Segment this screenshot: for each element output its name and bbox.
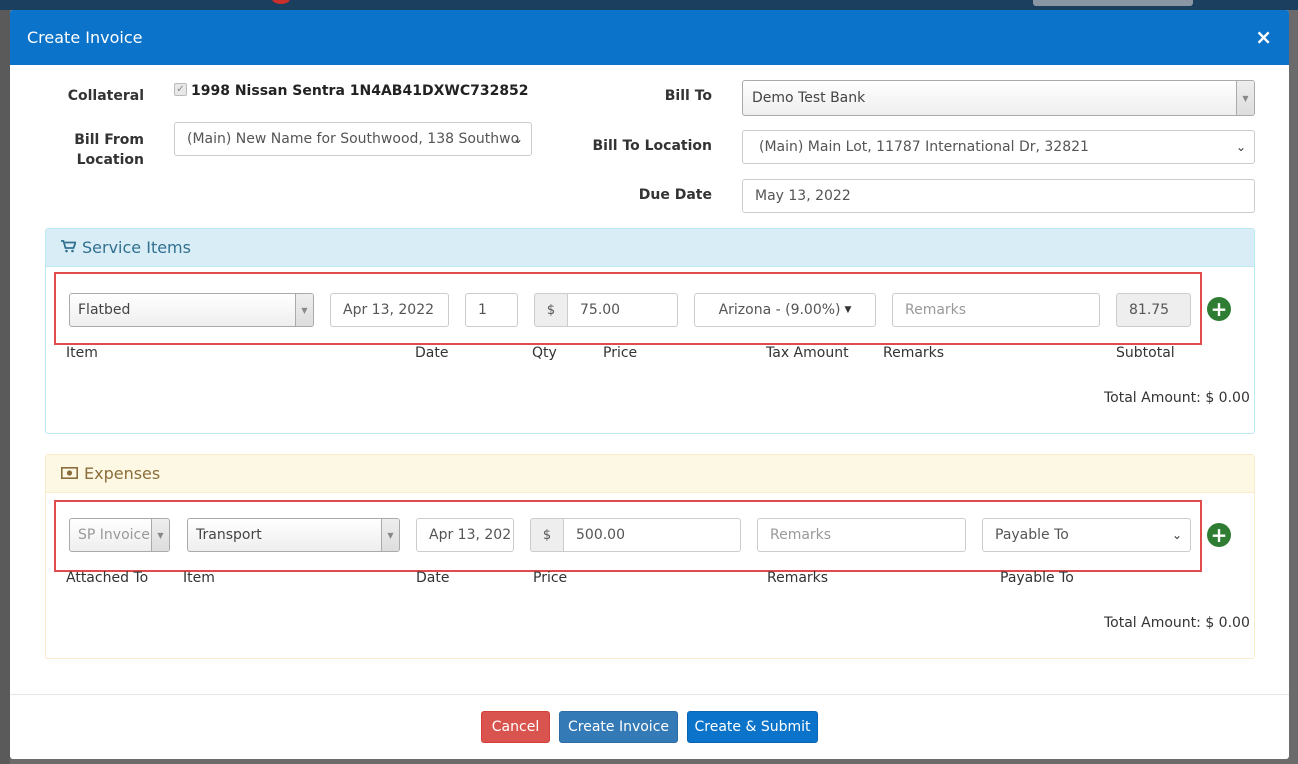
- attached-to-select[interactable]: SP Invoice ▼: [69, 518, 170, 552]
- due-date-value: May 13, 2022: [755, 188, 851, 204]
- bill-from-location-select[interactable]: (Main) New Name for Southwood, 138 South…: [174, 122, 532, 156]
- service-remarks-input[interactable]: Remarks: [892, 293, 1100, 327]
- expense-remarks-placeholder: Remarks: [770, 527, 832, 543]
- notification-dot: [272, 0, 290, 4]
- col-remarks-label: Remarks: [883, 345, 945, 361]
- payable-to-select[interactable]: Payable To ⌄: [982, 518, 1191, 552]
- currency-addon: $: [534, 293, 568, 327]
- modal-title: Create Invoice: [27, 28, 143, 47]
- col-price-label: Price: [603, 345, 638, 361]
- bill-from-label-line1: Bill From: [74, 132, 144, 148]
- expenses-heading: Expenses: [46, 455, 1254, 493]
- expense-price-value: 500.00: [576, 527, 625, 543]
- add-service-item-button[interactable]: +: [1207, 297, 1231, 321]
- bill-to-location-select[interactable]: (Main) Main Lot, 11787 International Dr,…: [742, 130, 1255, 164]
- service-subtotal-field: 81.75: [1116, 293, 1191, 327]
- dropdown-arrow-icon: ▼: [381, 519, 399, 551]
- create-submit-button[interactable]: Create & Submit: [687, 711, 818, 743]
- service-price-value: 75.00: [580, 302, 621, 318]
- col-attached-to-label: Attached To: [66, 570, 149, 586]
- service-date-value: Apr 13, 2022: [343, 302, 435, 318]
- create-invoice-button[interactable]: Create Invoice: [559, 711, 678, 743]
- service-item-value: Flatbed: [78, 302, 131, 318]
- col-tax-label: Tax Amount: [766, 345, 849, 361]
- col-subtotal-label: Subtotal: [1116, 345, 1175, 361]
- col-expense-price-label: Price: [533, 570, 568, 586]
- chevron-down-icon: ⌄: [1235, 140, 1246, 154]
- add-expense-button[interactable]: +: [1207, 523, 1231, 547]
- currency-addon: $: [530, 518, 564, 552]
- tax-dropdown-button[interactable]: Arizona - (9.00%) ▼: [694, 293, 876, 327]
- col-payable-to-label: Payable To: [1000, 570, 1074, 586]
- footer-divider: [10, 694, 1289, 695]
- bill-from-label-line2: Location: [76, 152, 144, 168]
- plus-circle-icon: +: [1210, 297, 1228, 321]
- caret-down-icon: ▼: [844, 305, 852, 315]
- dropdown-arrow-icon: ▼: [295, 294, 313, 326]
- modal-header: Create Invoice ×: [10, 10, 1289, 65]
- close-icon[interactable]: ×: [1255, 27, 1272, 47]
- background-button: [1033, 0, 1193, 6]
- money-icon: [61, 464, 78, 483]
- col-expense-remarks-label: Remarks: [767, 570, 829, 586]
- col-item-label: Item: [66, 345, 98, 361]
- service-qty-value: 1: [478, 302, 487, 318]
- service-date-input[interactable]: Apr 13, 2022: [330, 293, 449, 327]
- due-date-input[interactable]: May 13, 2022: [742, 179, 1255, 213]
- cancel-button[interactable]: Cancel: [481, 711, 550, 743]
- bill-to-label: Bill To: [664, 88, 712, 104]
- service-item-select[interactable]: Flatbed ▼: [69, 293, 314, 327]
- expense-date-value: Apr 13, 202: [429, 527, 512, 543]
- payable-to-value: Payable To: [995, 527, 1069, 543]
- due-date-label: Due Date: [638, 187, 712, 203]
- col-expense-item-label: Item: [183, 570, 215, 586]
- background-topbar: [0, 0, 1298, 10]
- service-price-input[interactable]: 75.00: [567, 293, 678, 327]
- attached-to-value: SP Invoice: [78, 527, 150, 543]
- service-items-title: Service Items: [82, 238, 191, 257]
- service-total-amount: Total Amount: $ 0.00: [1104, 390, 1250, 406]
- bill-to-value: Demo Test Bank: [752, 90, 866, 106]
- modal-backdrop: [0, 10, 10, 764]
- collateral-value: 1998 Nissan Sentra 1N4AB41DXWC732852: [191, 83, 529, 99]
- service-items-heading: Service Items: [46, 229, 1254, 267]
- bill-from-label: Bill From Location: [66, 130, 144, 170]
- col-expense-date-label: Date: [416, 570, 450, 586]
- plus-circle-icon: +: [1210, 523, 1228, 547]
- collateral-label: Collateral: [67, 88, 144, 104]
- expense-price-input[interactable]: 500.00: [563, 518, 741, 552]
- dropdown-arrow-icon: ▼: [1236, 81, 1254, 115]
- bill-to-location-label: Bill To Location: [592, 138, 713, 154]
- cart-icon: [61, 238, 77, 257]
- col-date-label: Date: [415, 345, 449, 361]
- expenses-title: Expenses: [84, 464, 161, 483]
- bill-to-location-value: (Main) Main Lot, 11787 International Dr,…: [759, 139, 1089, 155]
- expense-item-value: Transport: [196, 527, 262, 543]
- expense-remarks-input[interactable]: Remarks: [757, 518, 966, 552]
- service-remarks-placeholder: Remarks: [905, 302, 967, 318]
- dropdown-arrow-icon: ▼: [151, 519, 169, 551]
- col-qty-label: Qty: [532, 345, 557, 361]
- expense-date-input[interactable]: Apr 13, 202: [416, 518, 514, 552]
- service-qty-input[interactable]: 1: [465, 293, 518, 327]
- create-invoice-modal: Create Invoice × Collateral ✓ 1998 Nissa…: [10, 10, 1289, 759]
- chevron-down-icon: ⌄: [512, 132, 523, 146]
- chevron-down-icon: ⌄: [1171, 528, 1182, 542]
- bill-to-select[interactable]: Demo Test Bank ▼: [742, 80, 1255, 116]
- expense-total-amount: Total Amount: $ 0.00: [1104, 615, 1250, 631]
- checkbox-icon[interactable]: ✓: [174, 83, 187, 96]
- bill-from-location-value: (Main) New Name for Southwood, 138 South…: [187, 131, 520, 147]
- tax-value: Arizona - (9.00%): [718, 302, 841, 318]
- service-subtotal-value: 81.75: [1129, 302, 1170, 318]
- expense-item-select[interactable]: Transport ▼: [187, 518, 400, 552]
